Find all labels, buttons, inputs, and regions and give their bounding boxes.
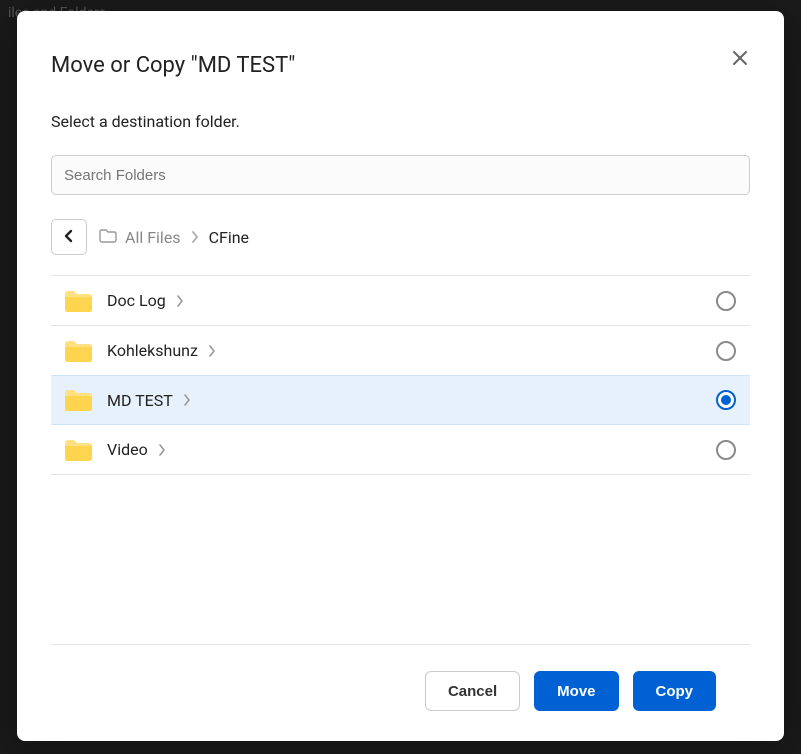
folder-name: Kohlekshunz xyxy=(107,341,198,360)
chevron-right-icon xyxy=(183,394,191,406)
folder-row[interactable]: Doc Log xyxy=(51,276,750,326)
chevron-right-icon xyxy=(176,295,184,307)
breadcrumb: All Files CFine xyxy=(99,228,249,247)
breadcrumb-root-label: All Files xyxy=(125,228,181,247)
modal-footer: Cancel Move Copy xyxy=(51,644,750,741)
chevron-right-icon xyxy=(191,228,199,247)
cancel-button[interactable]: Cancel xyxy=(425,671,520,711)
folder-row[interactable]: Kohlekshunz xyxy=(51,326,750,376)
folder-list: Doc Log Kohlekshunz MD TEST Video xyxy=(51,275,750,475)
folder-name: Doc Log xyxy=(107,291,166,310)
folder-name: MD TEST xyxy=(107,391,173,410)
select-radio[interactable] xyxy=(716,440,736,460)
move-copy-modal: Move or Copy "MD TEST" Select a destinat… xyxy=(17,11,784,741)
close-icon xyxy=(732,50,748,69)
folder-outline-icon xyxy=(99,228,117,247)
breadcrumb-current[interactable]: CFine xyxy=(209,228,249,247)
folder-row[interactable]: MD TEST xyxy=(51,375,750,425)
copy-button[interactable]: Copy xyxy=(633,671,717,711)
select-radio[interactable] xyxy=(716,341,736,361)
move-button[interactable]: Move xyxy=(534,671,618,711)
modal-subtitle: Select a destination folder. xyxy=(51,112,750,131)
folder-icon xyxy=(63,388,93,412)
back-button[interactable] xyxy=(51,219,87,255)
folder-icon xyxy=(63,339,93,363)
modal-body: Select a destination folder. All Files xyxy=(17,88,784,644)
chevron-left-icon xyxy=(64,229,74,246)
chevron-right-icon xyxy=(158,444,166,456)
select-radio[interactable] xyxy=(716,390,736,410)
folder-row[interactable]: Video xyxy=(51,425,750,475)
folder-name: Video xyxy=(107,440,148,459)
select-radio[interactable] xyxy=(716,291,736,311)
folder-icon xyxy=(63,438,93,462)
search-input[interactable] xyxy=(51,155,750,195)
modal-header: Move or Copy "MD TEST" xyxy=(17,11,784,88)
breadcrumb-row: All Files CFine xyxy=(51,219,750,275)
breadcrumb-root[interactable]: All Files xyxy=(99,228,181,247)
modal-title: Move or Copy "MD TEST" xyxy=(51,53,750,78)
chevron-right-icon xyxy=(208,345,216,357)
folder-icon xyxy=(63,289,93,313)
close-button[interactable] xyxy=(726,45,754,73)
